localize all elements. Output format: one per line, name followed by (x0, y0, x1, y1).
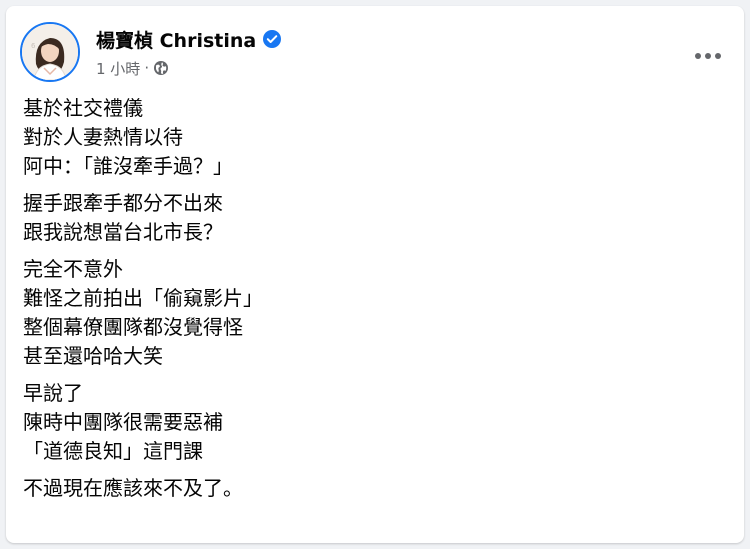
author-line: 楊寶楨 Christina (96, 26, 282, 52)
post-card: 6 楊寶楨 Christina 1 小時 · 基於社交禮儀 對於人妻熱情以待 阿… (6, 6, 744, 543)
post-line: 不過現在應該來不及了。 (23, 476, 243, 500)
post-line: 早說了 (23, 381, 83, 405)
profile-photo-icon: 6 (22, 24, 78, 80)
post-paragraph: 基於社交禮儀 對於人妻熱情以待 阿中：「誰沒牽手過？」 (23, 94, 730, 181)
more-options-icon (695, 53, 721, 59)
post-line: 「道德良知」這門課 (23, 439, 203, 463)
post-line: 甚至還哈哈大笑 (23, 344, 163, 368)
post-paragraph: 握手跟牽手都分不出來 跟我說想當台北市長？ (23, 189, 730, 247)
post-line: 握手跟牽手都分不出來 (23, 191, 223, 215)
post-paragraph: 不過現在應該來不及了。 (23, 474, 730, 503)
verified-badge-icon (262, 29, 282, 49)
post-line: 基於社交禮儀 (23, 96, 143, 120)
svg-text:6: 6 (31, 42, 36, 50)
post-line: 陳時中團隊很需要惡補 (23, 410, 223, 434)
post-body: 基於社交禮儀 對於人妻熱情以待 阿中：「誰沒牽手過？」 握手跟牽手都分不出來 跟… (23, 94, 730, 511)
post-line: 完全不意外 (23, 257, 123, 281)
post-line: 難怪之前拍出「偷窺影片」 (23, 286, 263, 310)
post-header: 6 楊寶楨 Christina 1 小時 · (20, 22, 730, 82)
meta-separator: · (144, 59, 150, 77)
post-line: 阿中：「誰沒牽手過？」 (23, 154, 233, 178)
author-avatar[interactable]: 6 (20, 22, 80, 82)
author-name[interactable]: 楊寶楨 Christina (96, 26, 256, 53)
post-meta: 1 小時 · (96, 58, 169, 78)
post-line: 跟我說想當台北市長？ (23, 220, 223, 244)
globe-icon[interactable] (153, 60, 169, 76)
post-line: 對於人妻熱情以待 (23, 125, 183, 149)
post-line: 整個幕僚團隊都沒覺得怪 (23, 315, 243, 339)
more-options-button[interactable] (688, 36, 728, 76)
post-timestamp[interactable]: 1 小時 (96, 58, 140, 79)
post-paragraph: 完全不意外 難怪之前拍出「偷窺影片」 整個幕僚團隊都沒覺得怪 甚至還哈哈大笑 (23, 255, 730, 371)
post-paragraph: 早說了 陳時中團隊很需要惡補 「道德良知」這門課 (23, 379, 730, 466)
